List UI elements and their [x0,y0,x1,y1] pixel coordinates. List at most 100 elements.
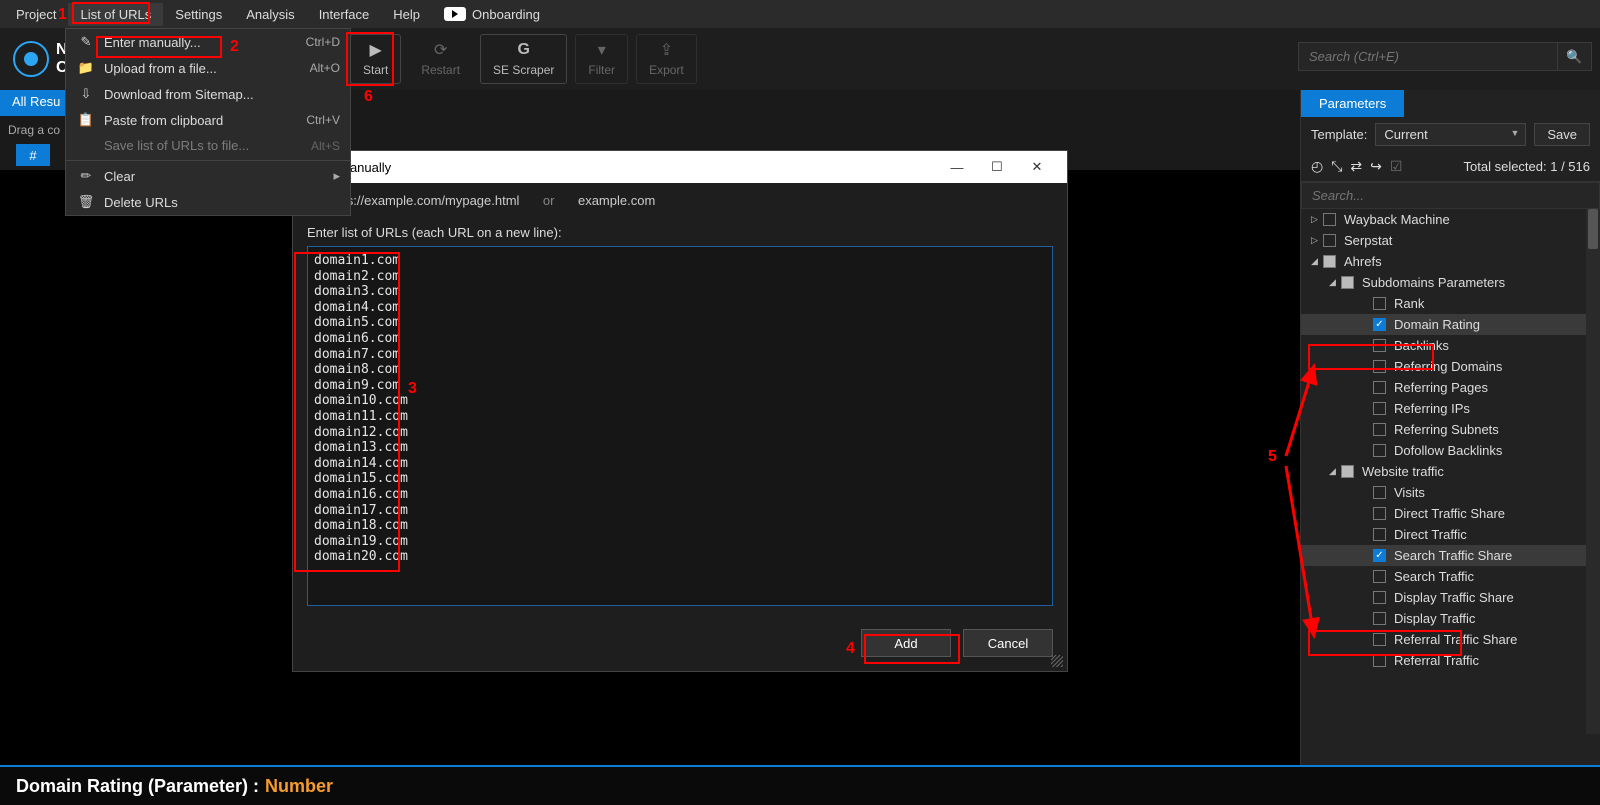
param-label: Referral Traffic [1394,653,1479,668]
checkbox[interactable] [1373,633,1386,646]
param-search-traffic[interactable]: Search Traffic [1301,566,1600,587]
global-search: 🔍 [1298,42,1592,71]
checkbox[interactable] [1373,570,1386,583]
add-button[interactable]: Add [861,629,951,657]
params-search[interactable] [1301,182,1600,209]
checkbox[interactable] [1373,402,1386,415]
menu-help[interactable]: Help [381,3,432,26]
ctx-clear[interactable]: ✏Clear▸ [66,163,350,189]
menu-onboarding[interactable]: Onboarding [432,3,552,26]
param-referral-traffic-share[interactable]: Referral Traffic Share [1301,629,1600,650]
shrink-icon[interactable]: ⤡ [1331,158,1342,175]
param-referring-domains[interactable]: Referring Domains [1301,356,1600,377]
search-input[interactable] [1298,42,1558,71]
checkbox[interactable] [1373,612,1386,625]
checkbox[interactable] [1373,591,1386,604]
ctx-download-from-sitemap-[interactable]: ⇩Download from Sitemap... [66,81,350,107]
checkbox[interactable] [1373,528,1386,541]
check-icon[interactable]: ☑ [1390,158,1403,175]
footer-param: Domain Rating (Parameter) : [16,776,259,797]
chevron-right-icon: ▸ [333,168,340,184]
search-button[interactable]: 🔍 [1558,42,1592,71]
parameters-tab[interactable]: Parameters [1301,90,1404,117]
param-referring-pages[interactable]: Referring Pages [1301,377,1600,398]
param-ahrefs[interactable]: ◢Ahrefs [1301,251,1600,272]
param-search-traffic-share[interactable]: Search Traffic Share [1301,545,1600,566]
checkbox[interactable] [1373,360,1386,373]
param-label: Subdomains Parameters [1362,275,1505,290]
param-wayback-machine[interactable]: ▷Wayback Machine [1301,209,1600,230]
param-dofollow-backlinks[interactable]: Dofollow Backlinks [1301,440,1600,461]
start-button[interactable]: ▶ Start [350,34,401,84]
checkbox[interactable] [1373,297,1386,310]
sescraper-button[interactable]: G SE Scraper [480,34,567,84]
checkbox[interactable] [1323,213,1336,226]
eraser-icon[interactable]: ◴ [1311,158,1323,175]
maximize-button[interactable]: ☐ [977,159,1017,175]
checkbox[interactable] [1341,465,1354,478]
checkbox[interactable] [1373,486,1386,499]
resize-grip[interactable] [1051,655,1063,667]
param-direct-traffic[interactable]: Direct Traffic [1301,524,1600,545]
checkbox[interactable] [1373,507,1386,520]
tree-scrollbar[interactable] [1586,209,1600,734]
checkbox[interactable] [1323,234,1336,247]
checkbox[interactable] [1341,276,1354,289]
param-referring-subnets[interactable]: Referring Subnets [1301,419,1600,440]
urls-textarea[interactable] [307,246,1053,606]
cancel-button[interactable]: Cancel [963,629,1053,657]
param-direct-traffic-share[interactable]: Direct Traffic Share [1301,503,1600,524]
ctx-enter-manually-[interactable]: ✎Enter manually...Ctrl+D [66,29,350,55]
save-button[interactable]: Save [1534,123,1590,146]
modal-titlebar[interactable]: URLs Manually — ☐ ✕ [293,151,1067,183]
param-display-traffic[interactable]: Display Traffic [1301,608,1600,629]
checkbox[interactable] [1373,549,1386,562]
param-label: Display Traffic [1394,611,1475,626]
export-button[interactable]: ⇪ Export [636,34,697,84]
minimize-button[interactable]: — [937,160,977,175]
menu-project[interactable]: Project [4,3,68,26]
restart-button[interactable]: ⟳ Restart [409,35,472,83]
ctx-paste-from-clipboard[interactable]: 📋Paste from clipboardCtrl+V [66,107,350,133]
menu-analysis[interactable]: Analysis [234,3,306,26]
params-tree[interactable]: ▷Wayback Machine▷Serpstat◢Ahrefs◢Subdoma… [1301,209,1600,734]
param-domain-rating[interactable]: Domain Rating [1301,314,1600,335]
modal-hint: at: https://example.com/mypage.html or e… [293,183,1067,219]
param-website-traffic[interactable]: ◢Website traffic [1301,461,1600,482]
ctx-delete-urls[interactable]: 🗑Delete URLs [66,189,350,215]
ctx-label: Delete URLs [104,195,340,210]
checkbox[interactable] [1373,654,1386,667]
checkbox[interactable] [1373,339,1386,352]
checkbox[interactable] [1373,423,1386,436]
menu-list-of-urls[interactable]: List of URLs [68,3,163,26]
ctx-upload-from-a-file-[interactable]: 📁Upload from a file...Alt+O [66,55,350,81]
checkbox[interactable] [1373,318,1386,331]
template-select[interactable]: Current [1375,123,1526,146]
param-label: Referring Domains [1394,359,1502,374]
filter-button[interactable]: ▾ Filter [575,34,628,84]
ctx-label: Enter manually... [104,35,306,50]
tab-all-results[interactable]: All Resu [0,90,72,116]
menu-interface[interactable]: Interface [307,3,382,26]
param-display-traffic-share[interactable]: Display Traffic Share [1301,587,1600,608]
param-visits[interactable]: Visits [1301,482,1600,503]
ctx-label: Clear [104,169,325,184]
param-rank[interactable]: Rank [1301,293,1600,314]
checkbox[interactable] [1323,255,1336,268]
redo-icon[interactable]: ↪ [1370,158,1382,175]
param-referral-traffic[interactable]: Referral Traffic [1301,650,1600,671]
param-label: Wayback Machine [1344,212,1450,227]
param-backlinks[interactable]: Backlinks [1301,335,1600,356]
swap-icon[interactable]: ⇄ [1350,158,1362,175]
menu-settings[interactable]: Settings [163,3,234,26]
param-serpstat[interactable]: ▷Serpstat [1301,230,1600,251]
ctx-save-list-of-urls-to-file-[interactable]: Save list of URLs to file...Alt+S [66,133,350,158]
hash-column[interactable]: # [16,144,50,166]
checkbox[interactable] [1373,381,1386,394]
param-referring-ips[interactable]: Referring IPs [1301,398,1600,419]
ctx-label: Download from Sitemap... [104,87,340,102]
close-button[interactable]: ✕ [1017,159,1057,175]
checkbox[interactable] [1373,444,1386,457]
param-label: Website traffic [1362,464,1444,479]
param-subdomains-parameters[interactable]: ◢Subdomains Parameters [1301,272,1600,293]
